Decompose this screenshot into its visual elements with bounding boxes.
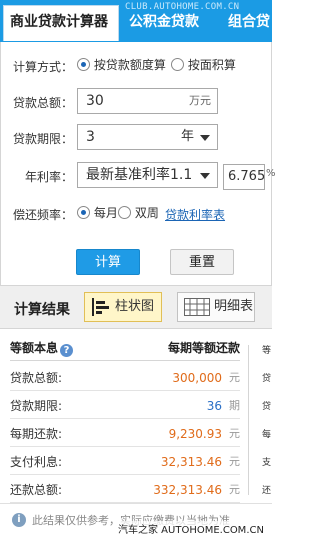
loan-term-select[interactable]: 3 年	[77, 124, 218, 150]
results-table: 等额本息? 每期等额还款 贷款总额: 300,000 元贷款期限: 36 期每期还款: 9…	[0, 335, 272, 503]
tab-provident-fund[interactable]: 公积金贷款	[123, 6, 215, 38]
calculate-button[interactable]: 计算	[76, 249, 140, 275]
equal-payment-label: 每期等额还款	[167, 341, 240, 355]
method-option-area-label: 按面积算	[187, 58, 236, 72]
results-header: 计算结果 柱状图 明细表	[0, 285, 272, 329]
rate-percent-unit: %	[266, 168, 276, 179]
next-column-fragment: 支	[262, 458, 272, 468]
loan-form: 计算方式： 按贷款额度算 按面积算 贷款总额： 30 万元 贷款期限： 3 年 …	[0, 42, 276, 285]
result-row-label: 贷款期限:	[10, 399, 63, 413]
disclaimer-footer: i 此结果仅供参考，实际应缴费以当地为准 汽车之家 AUTOHOME.COM.C…	[0, 503, 272, 535]
repayment-method-label: 等额本息	[10, 341, 59, 355]
rate-input-value: 6.765	[228, 169, 265, 184]
result-row-label: 每期还款:	[10, 427, 63, 441]
next-column-fragment: 贷	[262, 374, 272, 384]
next-column-fragment: 等	[262, 346, 272, 356]
reset-button[interactable]: 重置	[170, 249, 234, 275]
frequency-option-biweekly-label: 双周	[134, 206, 159, 220]
loan-amount-input[interactable]: 30 万元	[77, 88, 218, 114]
rate-row: 年利率： 最新基准利率1.1 6.765 %	[1, 162, 276, 190]
bar-chart-view-label: 柱状图	[115, 299, 155, 314]
result-row-unit: 元	[229, 371, 240, 384]
loan-term-unit: 年	[181, 129, 195, 144]
result-row-value: 32,313.46	[160, 455, 222, 469]
result-row-label: 贷款总额:	[10, 371, 63, 385]
info-icon: i	[12, 513, 26, 527]
method-option-amount[interactable]: 按贷款额度算	[77, 56, 166, 73]
next-column-fragment: 还	[262, 486, 272, 496]
help-icon[interactable]: ?	[60, 344, 74, 357]
column-divider	[248, 345, 249, 495]
method-option-area[interactable]: 按面积算	[171, 56, 236, 73]
loan-amount-value: 30	[86, 93, 104, 109]
rate-label: 年利率：	[24, 170, 73, 184]
frequency-row: 偿还频率： 每月 双周 贷款利率表	[1, 204, 273, 224]
term-row: 贷款期限： 3 年	[1, 124, 273, 152]
chevron-down-icon	[200, 173, 210, 179]
result-row: 还款总额: 332,313.46 元	[10, 477, 240, 503]
next-column-fragment: 贷	[262, 402, 272, 412]
table-grid-icon	[184, 298, 210, 316]
result-row: 每期还款: 9,230.93 元	[10, 421, 240, 447]
bar-chart-icon	[92, 298, 109, 316]
detail-table-view-label: 明细表	[214, 299, 254, 314]
result-row: 贷款期限: 36 期	[10, 393, 240, 419]
radio-checked-icon[interactable]	[77, 58, 90, 71]
result-row-label: 支付利息:	[10, 455, 63, 469]
detail-table-view-button[interactable]: 明细表	[177, 292, 255, 322]
amount-label: 贷款总额：	[12, 96, 73, 110]
site-watermark: 汽车之家 AUTOHOME.COM.CN	[118, 521, 264, 535]
loan-term-value: 3	[86, 129, 95, 145]
result-row-value: 300,000	[172, 371, 222, 385]
rate-select[interactable]: 最新基准利率1.1	[77, 162, 218, 188]
chevron-down-icon	[200, 135, 210, 141]
result-row-value: 9,230.93	[168, 427, 222, 441]
results-table-header: 等额本息? 每期等额还款	[10, 339, 240, 361]
results-title: 计算结果	[14, 302, 70, 318]
result-row-label: 还款总额:	[10, 483, 63, 497]
result-row-unit: 期	[229, 399, 240, 412]
radio-unchecked-icon[interactable]	[118, 206, 131, 219]
result-row: 贷款总额: 300,000 元	[10, 365, 240, 391]
result-row-value: 332,313.46	[153, 483, 222, 497]
tab-commercial-loan[interactable]: 商业贷款计算器	[3, 5, 119, 41]
term-label: 贷款期限：	[12, 132, 73, 146]
bar-chart-view-button[interactable]: 柱状图	[84, 292, 162, 322]
frequency-label: 偿还频率：	[12, 208, 73, 222]
result-row: 支付利息: 32,313.46 元	[10, 449, 240, 475]
method-label: 计算方式：	[12, 60, 73, 74]
rate-select-value: 最新基准利率1.1	[86, 167, 193, 183]
frequency-option-monthly-label: 每月	[93, 206, 118, 220]
method-option-amount-label: 按贷款额度算	[93, 58, 166, 72]
result-row-unit: 元	[229, 483, 240, 496]
rate-table-link[interactable]: 贷款利率表	[165, 206, 225, 223]
loan-amount-unit: 万元	[189, 94, 211, 107]
method-row: 计算方式： 按贷款额度算 按面积算	[1, 56, 273, 76]
result-row-unit: 元	[229, 427, 240, 440]
calculator-tab-bar: CLUB.AUTOHOME.COM.CN 商业贷款计算器 公积金贷款 组合贷	[0, 0, 272, 42]
next-column-fragment: 每	[262, 430, 272, 440]
frequency-option-monthly[interactable]: 每月	[77, 204, 118, 221]
amount-row: 贷款总额： 30 万元	[1, 88, 273, 116]
tab-combined-loan[interactable]: 组合贷	[222, 6, 282, 38]
result-row-value: 36	[206, 399, 222, 413]
frequency-option-biweekly[interactable]: 双周	[118, 204, 159, 221]
rate-input[interactable]: 6.765	[223, 164, 265, 190]
radio-checked-icon[interactable]	[77, 206, 90, 219]
radio-unchecked-icon[interactable]	[171, 58, 184, 71]
result-row-unit: 元	[229, 455, 240, 468]
